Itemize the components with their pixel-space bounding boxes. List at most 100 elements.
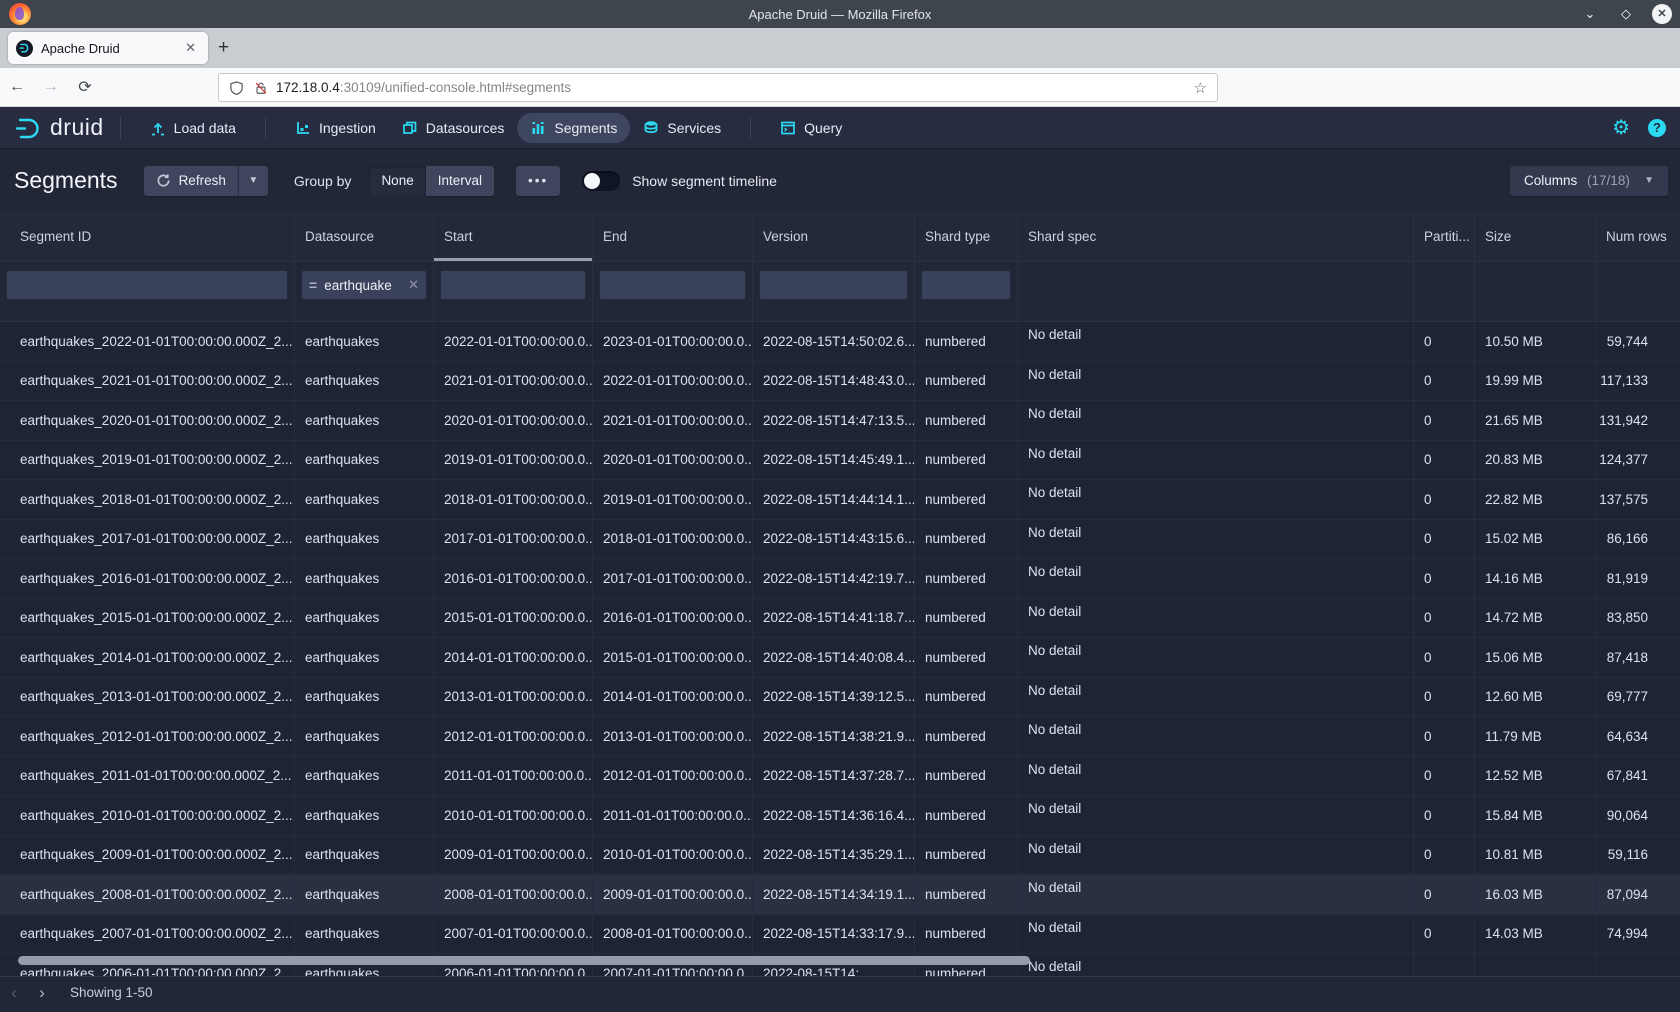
- minimize-icon[interactable]: ⌄: [1580, 6, 1600, 22]
- browser-toolbar: ← → ⟳ 172.18.0.4:30109/unified-console.h…: [0, 68, 1680, 107]
- page-title: Segments: [14, 167, 118, 194]
- segment-row[interactable]: earthquakes_2017-01-01T00:00:00.000Z_2..…: [0, 520, 1680, 560]
- segment-row[interactable]: earthquakes_2015-01-01T00:00:00.000Z_2..…: [0, 599, 1680, 639]
- close-icon[interactable]: ✕: [1652, 4, 1672, 24]
- cell-segment-id[interactable]: earthquakes_2017-01-01T00:00:00.000Z_2..…: [0, 520, 295, 559]
- cell-segment-id[interactable]: earthquakes_2018-01-01T00:00:00.000Z_2..…: [0, 480, 295, 519]
- segment-row[interactable]: earthquakes_2014-01-01T00:00:00.000Z_2..…: [0, 638, 1680, 678]
- more-options-button[interactable]: •••: [516, 166, 560, 196]
- cell-segment-id[interactable]: earthquakes_2010-01-01T00:00:00.000Z_2..…: [0, 796, 295, 835]
- new-tab-button[interactable]: +: [218, 38, 229, 58]
- segment-timeline-toggle[interactable]: [582, 171, 620, 191]
- bookmark-star-icon[interactable]: ☆: [1194, 79, 1207, 97]
- cell-segment-id[interactable]: earthquakes_2015-01-01T00:00:00.000Z_2..…: [0, 599, 295, 638]
- segment-row[interactable]: earthquakes_2016-01-01T00:00:00.000Z_2..…: [0, 559, 1680, 599]
- nav-item-segments[interactable]: Segments: [517, 113, 630, 143]
- cell-start: 2014-01-01T00:00:00.0...: [434, 638, 593, 677]
- refresh-button[interactable]: Refresh: [144, 166, 238, 196]
- segment-row[interactable]: earthquakes_2012-01-01T00:00:00.000Z_2..…: [0, 717, 1680, 757]
- cell-segment-id[interactable]: earthquakes_2007-01-01T00:00:00.000Z_2..…: [0, 915, 295, 954]
- cell-size: 20.83 MB: [1475, 441, 1596, 480]
- datasource-filter-input[interactable]: = earthquake ✕: [301, 270, 427, 300]
- cell-segment-id[interactable]: earthquakes_2021-01-01T00:00:00.000Z_2..…: [0, 362, 295, 401]
- column-header-shard-spec[interactable]: Shard spec: [1018, 212, 1414, 261]
- nav-divider: [265, 117, 266, 139]
- nav-item-load-data[interactable]: Load data: [137, 113, 249, 143]
- cell-segment-id[interactable]: earthquakes_2013-01-01T00:00:00.000Z_2..…: [0, 678, 295, 717]
- cell-segment-id[interactable]: earthquakes_2014-01-01T00:00:00.000Z_2..…: [0, 638, 295, 677]
- column-header-num-rows[interactable]: Num rows: [1596, 212, 1680, 261]
- nav-item-services[interactable]: Services: [630, 113, 734, 143]
- cell-segment-id[interactable]: earthquakes_2019-01-01T00:00:00.000Z_2..…: [0, 441, 295, 480]
- end-filter-input[interactable]: [599, 270, 746, 300]
- tab-apache-druid[interactable]: Apache Druid ✕: [8, 32, 208, 64]
- column-header-segment-id[interactable]: Segment ID: [0, 212, 295, 261]
- cell-start: 2020-01-01T00:00:00.0...: [434, 401, 593, 440]
- next-page-icon[interactable]: ›: [28, 983, 56, 1003]
- forward-icon[interactable]: →: [34, 78, 68, 96]
- horizontal-scrollbar[interactable]: [18, 956, 1030, 965]
- shard-type-filter-input[interactable]: [921, 270, 1011, 300]
- column-header-version[interactable]: Version: [753, 212, 915, 261]
- tab-close-icon[interactable]: ✕: [181, 38, 200, 58]
- start-filter-input[interactable]: [440, 270, 586, 300]
- refresh-icon: [156, 173, 171, 188]
- nav-item-datasources[interactable]: Datasources: [389, 113, 518, 143]
- reload-icon[interactable]: ⟳: [68, 77, 102, 97]
- group-by-interval-button[interactable]: Interval: [426, 166, 494, 196]
- cell-segment-id[interactable]: earthquakes_2020-01-01T00:00:00.000Z_2..…: [0, 401, 295, 440]
- cell-num-rows: 87,418: [1596, 638, 1680, 677]
- cell-shard-type: numbered: [915, 638, 1018, 677]
- cell-segment-id[interactable]: earthquakes_2008-01-01T00:00:00.000Z_2..…: [0, 875, 295, 914]
- cell-datasource: earthquakes: [295, 796, 434, 835]
- cell-segment-id[interactable]: earthquakes_2016-01-01T00:00:00.000Z_2..…: [0, 559, 295, 598]
- back-icon[interactable]: ←: [0, 78, 34, 96]
- maximize-icon[interactable]: ◇: [1616, 6, 1636, 22]
- cell-datasource: earthquakes: [295, 599, 434, 638]
- columns-button[interactable]: Columns (17/18) ▼: [1510, 166, 1668, 196]
- cell-segment-id[interactable]: earthquakes_2022-01-01T00:00:00.000Z_2..…: [0, 322, 295, 361]
- column-header-start[interactable]: Start: [434, 212, 593, 261]
- group-by-none-button[interactable]: None: [369, 166, 425, 196]
- column-header-end[interactable]: End: [593, 212, 753, 261]
- column-header-partitions[interactable]: Partiti...: [1414, 212, 1475, 261]
- tracking-shield-icon[interactable]: [229, 80, 244, 96]
- version-filter-input[interactable]: [759, 270, 908, 300]
- segment-row[interactable]: earthquakes_2008-01-01T00:00:00.000Z_2..…: [0, 875, 1680, 915]
- settings-gear-icon[interactable]: ⚙: [1612, 115, 1630, 140]
- cell-partitions: 0: [1414, 915, 1475, 954]
- query-icon: [780, 120, 796, 136]
- cell-segment-id[interactable]: earthquakes_2009-01-01T00:00:00.000Z_2..…: [0, 836, 295, 875]
- cell-version: 2022-08-15T14:35:29.1...: [753, 836, 915, 875]
- segment-row[interactable]: earthquakes_2010-01-01T00:00:00.000Z_2..…: [0, 796, 1680, 836]
- segment-row[interactable]: earthquakes_2013-01-01T00:00:00.000Z_2..…: [0, 678, 1680, 718]
- nav-item-ingestion[interactable]: Ingestion: [282, 113, 389, 143]
- segment-row[interactable]: earthquakes_2021-01-01T00:00:00.000Z_2..…: [0, 362, 1680, 402]
- insecure-lock-icon[interactable]: [254, 80, 268, 96]
- segment-row[interactable]: earthquakes_2019-01-01T00:00:00.000Z_2..…: [0, 441, 1680, 481]
- table-header-row: Segment ID Datasource Start End Version …: [0, 212, 1680, 262]
- refresh-dropdown-button[interactable]: ▼: [238, 166, 268, 196]
- remove-filter-icon[interactable]: ✕: [408, 277, 419, 293]
- druid-logo[interactable]: druid: [14, 114, 104, 142]
- segment-id-filter-input[interactable]: [6, 270, 288, 300]
- previous-page-icon[interactable]: ‹: [0, 983, 28, 1003]
- cell-datasource: earthquakes: [295, 915, 434, 954]
- cell-num-rows: 83,850: [1596, 599, 1680, 638]
- segment-row[interactable]: earthquakes_2022-01-01T00:00:00.000Z_2..…: [0, 322, 1680, 362]
- help-icon[interactable]: ?: [1648, 119, 1666, 137]
- cell-segment-id[interactable]: earthquakes_2011-01-01T00:00:00.000Z_2..…: [0, 757, 295, 796]
- column-header-shard-type[interactable]: Shard type: [915, 212, 1018, 261]
- segment-row[interactable]: earthquakes_2009-01-01T00:00:00.000Z_2..…: [0, 836, 1680, 876]
- column-header-datasource[interactable]: Datasource: [295, 212, 434, 261]
- nav-item-query[interactable]: Query: [767, 113, 855, 143]
- segment-row[interactable]: earthquakes_2007-01-01T00:00:00.000Z_2..…: [0, 915, 1680, 955]
- cell-datasource: earthquakes: [295, 559, 434, 598]
- cell-segment-id[interactable]: earthquakes_2012-01-01T00:00:00.000Z_2..…: [0, 717, 295, 756]
- column-header-size[interactable]: Size: [1475, 212, 1596, 261]
- segment-row[interactable]: earthquakes_2018-01-01T00:00:00.000Z_2..…: [0, 480, 1680, 520]
- segment-row[interactable]: earthquakes_2020-01-01T00:00:00.000Z_2..…: [0, 401, 1680, 441]
- cell-datasource: earthquakes: [295, 401, 434, 440]
- segment-row[interactable]: earthquakes_2011-01-01T00:00:00.000Z_2..…: [0, 757, 1680, 797]
- url-bar[interactable]: 172.18.0.4:30109/unified-console.html#se…: [218, 73, 1218, 102]
